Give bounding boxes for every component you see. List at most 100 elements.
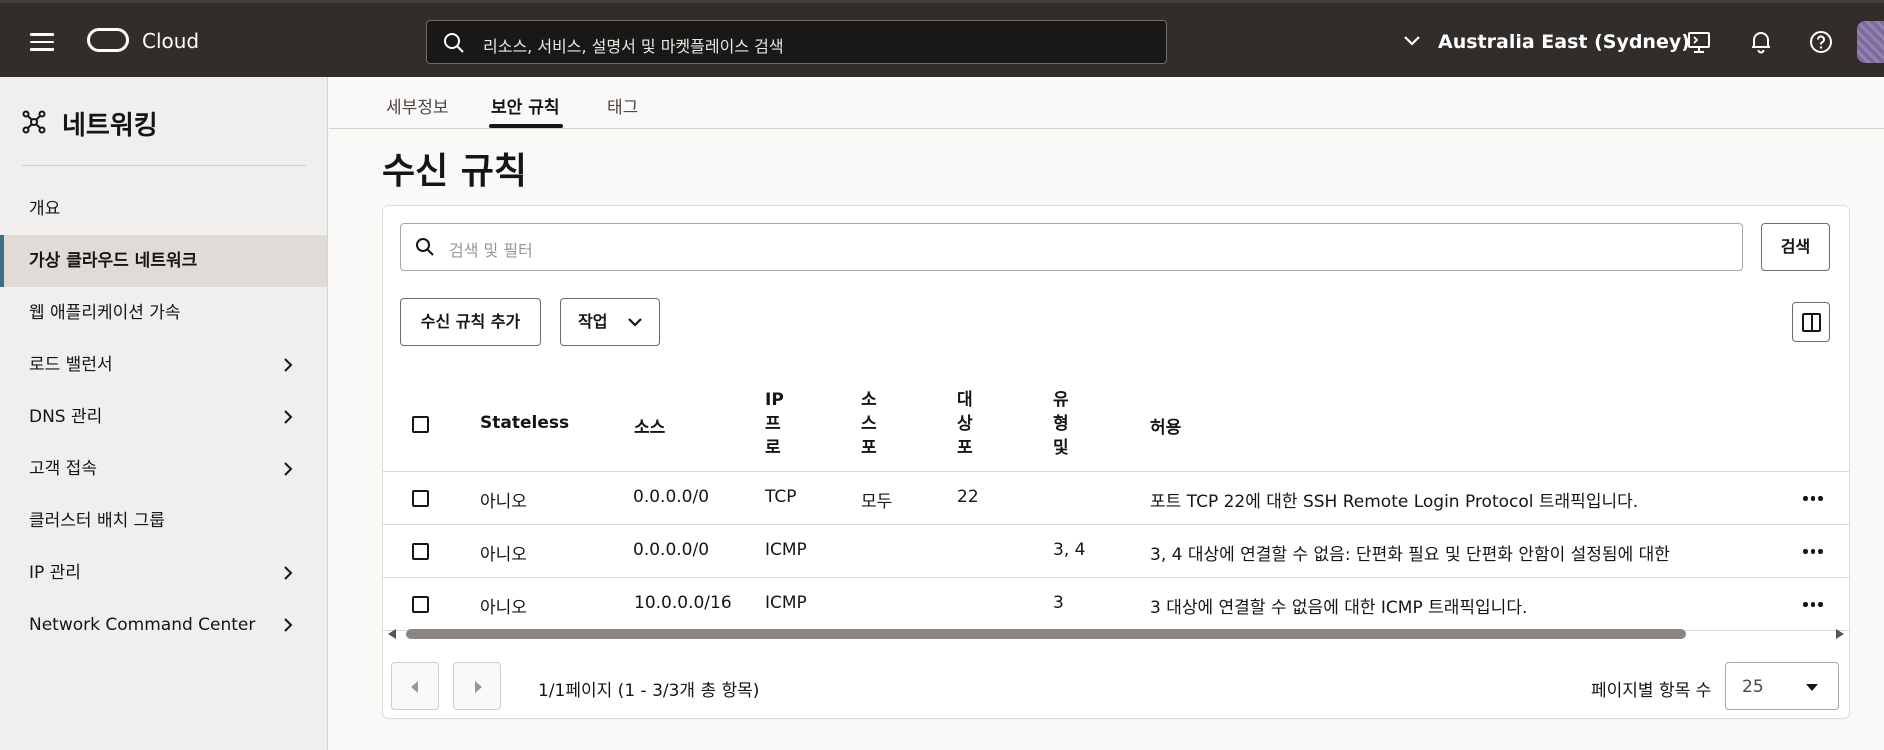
row-checkbox[interactable] bbox=[412, 543, 429, 560]
caret-down-icon bbox=[1806, 684, 1818, 691]
chevron-right-icon bbox=[284, 462, 293, 476]
cell-allows: 3 대상에 연결할 수 없음에 대한 ICMP 트래픽입니다. bbox=[1150, 598, 1528, 618]
header-text: 소 bbox=[861, 390, 877, 410]
cell-stateless: 아니오 bbox=[480, 598, 527, 618]
chevron-right-icon bbox=[284, 566, 293, 580]
scroll-left-arrow-icon[interactable] bbox=[388, 629, 396, 639]
row-actions-kebab-icon[interactable] bbox=[1803, 549, 1823, 554]
tab-details[interactable]: 세부정보 bbox=[386, 93, 449, 118]
search-placeholder: 리소스, 서비스, 설명서 및 마켓플레이스 검색 bbox=[483, 37, 784, 56]
cell-source: 10.0.0.0/16 bbox=[634, 593, 732, 613]
region-selector[interactable]: Australia East (Sydney) bbox=[1438, 31, 1690, 53]
help-icon[interactable] bbox=[1808, 29, 1834, 55]
table-row: 아니오 0.0.0.0/0 ICMP 3, 4 3, 4 대상에 연결할 수 없… bbox=[383, 525, 1849, 578]
cell-source-port: 모두 bbox=[861, 492, 893, 512]
row-checkbox[interactable] bbox=[412, 490, 429, 507]
oracle-logo-icon[interactable] bbox=[87, 28, 129, 52]
sidebar-item-label: IP 관리 bbox=[29, 563, 81, 583]
tab-security-rules[interactable]: 보안 규칙 bbox=[491, 93, 559, 118]
sidebar-item-label: 가상 클라우드 네트워크 bbox=[29, 251, 198, 271]
cloud-shell-icon[interactable] bbox=[1686, 29, 1712, 55]
row-checkbox[interactable] bbox=[412, 596, 429, 613]
cell-allows: 3, 4 대상에 연결할 수 없음: 단편화 필요 및 단편화 안함이 설정됨에… bbox=[1150, 545, 1670, 565]
brand-name[interactable]: Cloud bbox=[142, 29, 199, 53]
header-text: 포 bbox=[957, 438, 973, 458]
header-text: 포 bbox=[861, 438, 877, 458]
sidebar-title: 네트워킹 bbox=[62, 111, 158, 141]
column-header-stateless[interactable]: Stateless bbox=[480, 413, 569, 433]
tab-tags[interactable]: 태그 bbox=[607, 93, 638, 118]
column-layout-button[interactable] bbox=[1792, 302, 1830, 342]
cell-protocol: ICMP bbox=[765, 540, 807, 560]
cell-protocol: ICMP bbox=[765, 593, 807, 613]
cell-type-code: 3, 4 bbox=[1053, 540, 1086, 560]
chevron-down-icon[interactable] bbox=[1402, 33, 1422, 49]
header-text: 로 bbox=[765, 438, 781, 458]
column-header-source-port[interactable]: 소 스 포 bbox=[861, 388, 881, 460]
sidebar-item-label: 로드 밸런서 bbox=[29, 355, 113, 375]
sidebar-item-cluster-placement-groups[interactable]: 클러스터 배치 그룹 bbox=[0, 495, 327, 547]
previous-page-button[interactable] bbox=[391, 662, 439, 710]
sidebar-item-label: 개요 bbox=[29, 199, 61, 219]
detail-tabs: 세부정보 보안 규칙 태그 bbox=[329, 77, 1884, 129]
sidebar-item-label: 고객 접속 bbox=[29, 459, 97, 479]
ingress-rules-panel: 검색 및 필터 검색 수신 규칙 추가 작업 Stateless 소스 IP 프… bbox=[382, 205, 1850, 719]
page-title: 수신 규칙 bbox=[382, 151, 528, 192]
select-all-checkbox[interactable] bbox=[412, 416, 429, 433]
cell-stateless: 아니오 bbox=[480, 492, 527, 512]
networking-icon bbox=[22, 110, 46, 134]
sidebar-item-dns-management[interactable]: DNS 관리 bbox=[0, 391, 327, 443]
search-button[interactable]: 검색 bbox=[1761, 223, 1830, 271]
pagination-summary: 1/1페이지 (1 - 3/3개 총 항목) bbox=[538, 681, 760, 701]
sidebar-item-network-command-center[interactable]: Network Command Center bbox=[0, 599, 327, 651]
sidebar-item-load-balancers[interactable]: 로드 밸런서 bbox=[0, 339, 327, 391]
sidebar-item-customer-connectivity[interactable]: 고객 접속 bbox=[0, 443, 327, 495]
header-text: 대 bbox=[957, 390, 973, 410]
chevron-down-icon bbox=[628, 318, 642, 327]
column-header-ip-protocol[interactable]: IP 프 로 bbox=[765, 388, 785, 460]
user-avatar[interactable] bbox=[1857, 21, 1884, 63]
sidebar-item-web-app-acceleration[interactable]: 웹 애플리케이션 가속 bbox=[0, 287, 327, 339]
chevron-left-icon bbox=[411, 681, 418, 693]
column-header-allows[interactable]: 허용 bbox=[1150, 413, 1181, 438]
column-header-type-code[interactable]: 유 형 및 bbox=[1053, 388, 1073, 460]
sidebar-divider bbox=[22, 165, 306, 166]
items-per-page-value: 25 bbox=[1742, 677, 1764, 697]
horizontal-scrollbar[interactable] bbox=[383, 627, 1849, 641]
row-actions-kebab-icon[interactable] bbox=[1803, 496, 1823, 501]
row-actions-kebab-icon[interactable] bbox=[1803, 602, 1823, 607]
header-text: IP bbox=[765, 390, 784, 410]
table-row: 아니오 10.0.0.0/16 ICMP 3 3 대상에 연결할 수 없음에 대… bbox=[383, 578, 1849, 631]
cell-protocol: TCP bbox=[765, 487, 797, 507]
chevron-right-icon bbox=[284, 410, 293, 424]
scrollbar-thumb[interactable] bbox=[406, 629, 1686, 639]
hamburger-menu-icon[interactable] bbox=[30, 33, 54, 51]
sidebar-item-ip-management[interactable]: IP 관리 bbox=[0, 547, 327, 599]
cell-stateless: 아니오 bbox=[480, 545, 527, 565]
sidebar-item-label: DNS 관리 bbox=[29, 407, 103, 427]
filter-search-input[interactable]: 검색 및 필터 bbox=[400, 223, 1743, 271]
add-ingress-rule-button[interactable]: 수신 규칙 추가 bbox=[400, 298, 541, 346]
column-header-destination-port[interactable]: 대 상 포 bbox=[957, 388, 977, 460]
items-per-page-select[interactable]: 25 bbox=[1725, 662, 1839, 710]
header-text: 및 bbox=[1053, 438, 1069, 458]
sidebar-item-virtual-cloud-networks[interactable]: 가상 클라우드 네트워크 bbox=[0, 235, 327, 287]
scroll-right-arrow-icon[interactable] bbox=[1836, 629, 1844, 639]
actions-menu-button[interactable]: 작업 bbox=[560, 298, 660, 346]
sidebar-item-label: Network Command Center bbox=[29, 615, 256, 635]
cell-destination-port: 22 bbox=[957, 487, 979, 507]
cell-allows: 포트 TCP 22에 대한 SSH Remote Login Protocol … bbox=[1150, 492, 1639, 512]
chevron-right-icon bbox=[284, 358, 293, 372]
column-header-source[interactable]: 소스 bbox=[634, 413, 665, 438]
sidebar-item-label: 웹 애플리케이션 가속 bbox=[29, 303, 181, 323]
header-text: 유 bbox=[1053, 390, 1069, 410]
sidebar: 네트워킹 개요 가상 클라우드 네트워크 웹 애플리케이션 가속 로드 밸런서 … bbox=[0, 77, 328, 750]
notifications-bell-icon[interactable] bbox=[1748, 29, 1774, 55]
sidebar-item-overview[interactable]: 개요 bbox=[0, 183, 327, 235]
filter-placeholder: 검색 및 필터 bbox=[449, 241, 533, 260]
split-columns-icon bbox=[1802, 313, 1821, 332]
next-page-button[interactable] bbox=[453, 662, 501, 710]
header-text: 상 bbox=[957, 414, 973, 434]
global-search-input[interactable]: 리소스, 서비스, 설명서 및 마켓플레이스 검색 bbox=[426, 20, 1167, 64]
header-text: 형 bbox=[1053, 414, 1069, 434]
